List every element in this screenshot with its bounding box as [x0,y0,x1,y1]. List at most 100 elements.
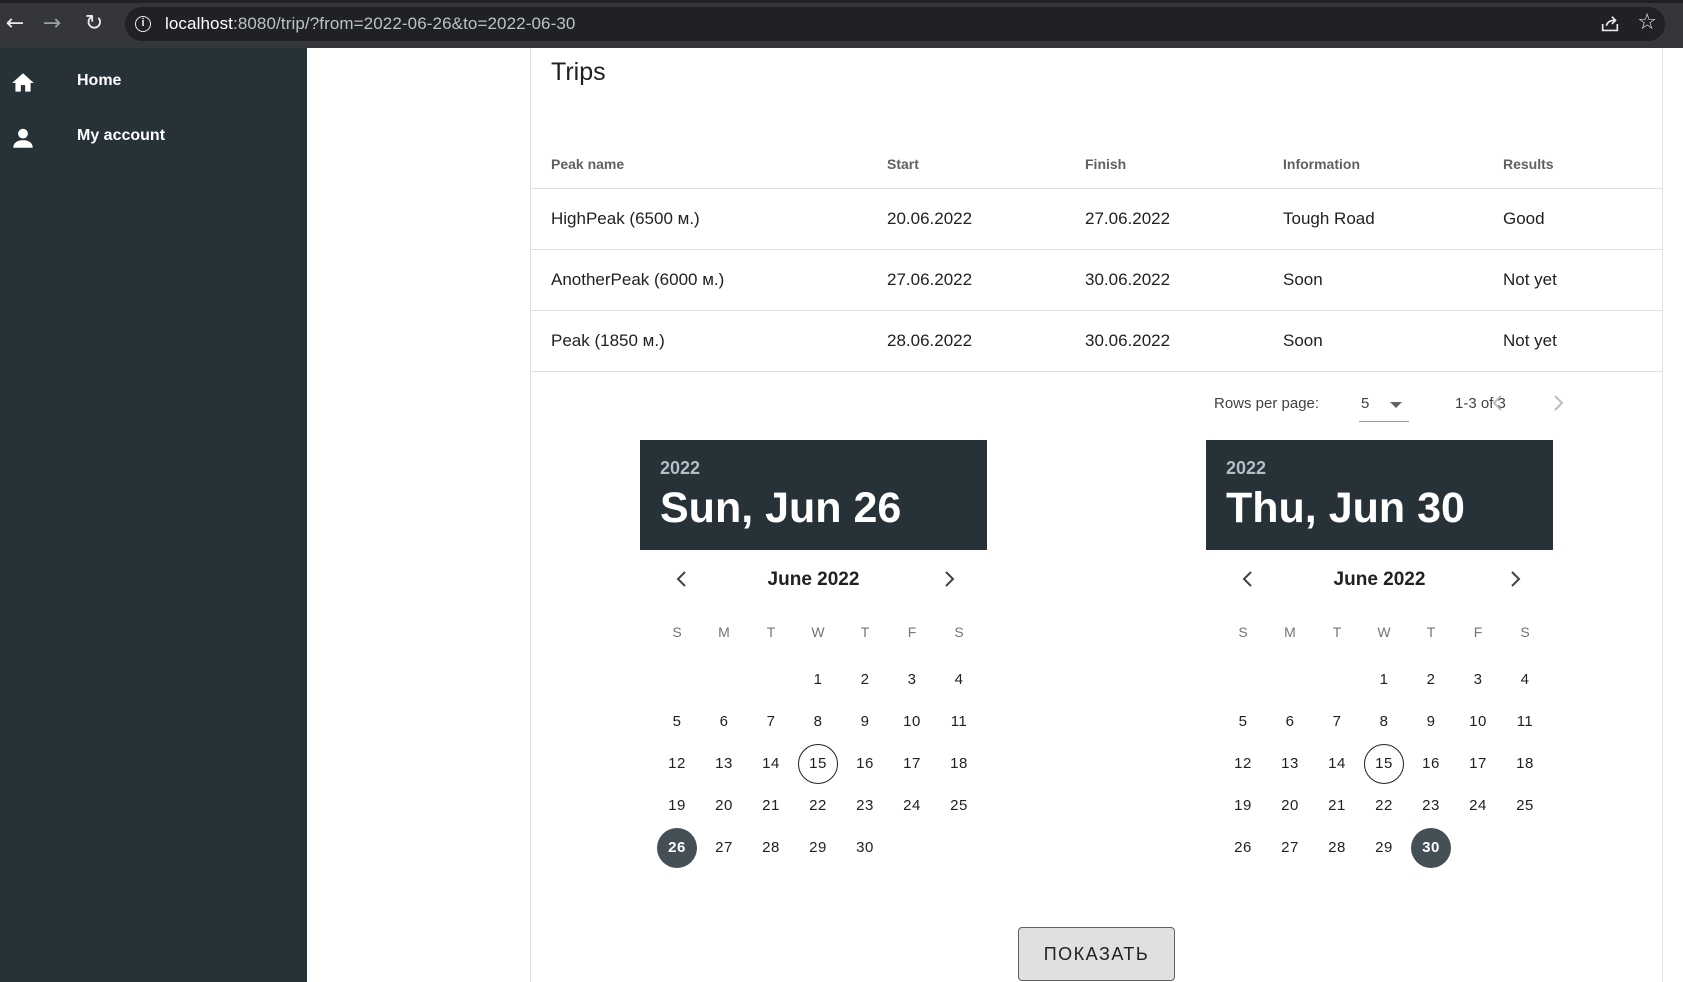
calendar-day[interactable]: 20 [704,786,744,826]
calendar-day[interactable]: 27 [1270,828,1310,868]
calendar-day[interactable]: 3 [892,660,932,700]
bookmark-star-icon[interactable]: ☆ [1637,12,1657,34]
calendar-day[interactable]: 25 [1505,786,1545,826]
column-header-peak-name[interactable]: Peak name [531,140,867,189]
month-navigation: June 2022 [1206,558,1553,600]
cell-finish: 30.06.2022 [1065,310,1263,372]
calendar-day[interactable]: 10 [892,702,932,742]
calendar-day[interactable]: 29 [798,828,838,868]
calendar-day[interactable]: 4 [1505,660,1545,700]
calendar-day-selected[interactable]: 26 [657,828,697,868]
calendar-day[interactable]: 28 [1317,828,1357,868]
calendar-day[interactable]: 7 [751,702,791,742]
table-row[interactable]: Peak (1850 м.) 28.06.2022 30.06.2022 Soo… [531,310,1662,372]
column-header-finish[interactable]: Finish [1065,140,1263,189]
column-header-results[interactable]: Results [1483,140,1662,189]
calendar-day[interactable]: 6 [1270,702,1310,742]
calendar-day[interactable]: 16 [1411,744,1451,784]
calendar-day[interactable]: 20 [1270,786,1310,826]
back-icon[interactable]: ← [3,12,27,36]
calendar-day[interactable]: 21 [751,786,791,826]
date-picker-from: 2022 Sun, Jun 26 June 2022 SMTWTFS123456… [640,440,987,870]
calendar-day[interactable]: 9 [845,702,885,742]
column-header-start[interactable]: Start [867,140,1065,189]
reload-icon[interactable]: ↻ [82,12,106,36]
calendar-day[interactable]: 22 [1364,786,1404,826]
calendar-day[interactable]: 24 [892,786,932,826]
calendar-day[interactable]: 5 [1223,702,1263,742]
calendar-day[interactable]: 4 [939,660,979,700]
cell-peak-name: HighPeak (6500 м.) [531,188,867,250]
calendar-day[interactable]: 30 [845,828,885,868]
calendar-day[interactable]: 3 [1458,660,1498,700]
share-icon[interactable] [1599,13,1621,35]
table-pagination: Rows per page: 5 1-3 of 3 [531,373,1662,433]
person-icon [13,128,33,148]
weekday-label: W [1377,624,1391,640]
calendar-day[interactable]: 2 [1411,660,1451,700]
address-bar[interactable]: i localhost:8080/trip/?from=2022-06-26&t… [125,7,1665,41]
calendar-day[interactable]: 11 [1505,702,1545,742]
picker-year[interactable]: 2022 [1226,458,1266,479]
calendar-day[interactable]: 26 [1223,828,1263,868]
rows-per-page-select[interactable]: 5 [1359,386,1409,422]
picker-selected-date: Thu, Jun 30 [1226,484,1465,532]
calendar-day[interactable]: 8 [1364,702,1404,742]
calendar-day[interactable]: 11 [939,702,979,742]
table-row[interactable]: AnotherPeak (6000 м.) 27.06.2022 30.06.2… [531,249,1662,311]
previous-page-icon[interactable] [1486,391,1510,415]
picker-year[interactable]: 2022 [660,458,700,479]
calendar-day[interactable]: 12 [657,744,697,784]
calendar-day[interactable]: 8 [798,702,838,742]
calendar-day[interactable]: 17 [1458,744,1498,784]
forward-icon[interactable]: → [40,12,64,36]
calendar-day-today[interactable]: 15 [798,744,838,784]
calendar-day[interactable]: 19 [657,786,697,826]
calendar-day[interactable]: 18 [1505,744,1545,784]
show-button[interactable]: ПОКАЗАТЬ [1018,927,1175,981]
calendar-day[interactable]: 12 [1223,744,1263,784]
calendar-day[interactable]: 13 [704,744,744,784]
calendar-day[interactable]: 24 [1458,786,1498,826]
calendar-day[interactable]: 25 [939,786,979,826]
calendar-day[interactable]: 1 [1364,660,1404,700]
weekday-label: S [954,624,964,640]
calendar-day[interactable]: 1 [798,660,838,700]
sidebar-item-my-account[interactable]: My account [0,113,307,161]
weekday-label: S [672,624,682,640]
calendar-day[interactable]: 17 [892,744,932,784]
calendar-day[interactable]: 14 [1317,744,1357,784]
calendar-day[interactable]: 23 [1411,786,1451,826]
calendar-day[interactable]: 22 [798,786,838,826]
calendar-day[interactable]: 27 [704,828,744,868]
calendar-day[interactable]: 18 [939,744,979,784]
calendar-day[interactable]: 2 [845,660,885,700]
next-month-icon[interactable] [1503,567,1527,591]
weekday-label: T [766,624,776,640]
column-header-information[interactable]: Information [1263,140,1483,189]
calendar-day[interactable]: 7 [1317,702,1357,742]
calendar-day[interactable]: 9 [1411,702,1451,742]
calendar-day[interactable]: 23 [845,786,885,826]
next-page-icon[interactable] [1546,391,1570,415]
url-text[interactable]: localhost:8080/trip/?from=2022-06-26&to=… [165,14,575,34]
table-row[interactable]: HighPeak (6500 м.) 20.06.2022 27.06.2022… [531,188,1662,250]
calendar-day[interactable]: 28 [751,828,791,868]
rows-per-page-label: Rows per page: [1214,395,1320,412]
calendar-day[interactable]: 13 [1270,744,1310,784]
sidebar-item-home[interactable]: Home [0,58,307,106]
calendar-day[interactable]: 5 [657,702,697,742]
calendar-day-today[interactable]: 15 [1364,744,1404,784]
calendar-day-selected[interactable]: 30 [1411,828,1451,868]
rows-per-page-value: 5 [1361,395,1370,412]
calendar-day[interactable]: 14 [751,744,791,784]
site-info-icon[interactable]: i [135,16,151,32]
calendar-day[interactable]: 29 [1364,828,1404,868]
calendar-day[interactable]: 19 [1223,786,1263,826]
calendar-day[interactable]: 21 [1317,786,1357,826]
calendar-day[interactable]: 10 [1458,702,1498,742]
month-navigation: June 2022 [640,558,987,600]
next-month-icon[interactable] [937,567,961,591]
calendar-day[interactable]: 6 [704,702,744,742]
calendar-day[interactable]: 16 [845,744,885,784]
